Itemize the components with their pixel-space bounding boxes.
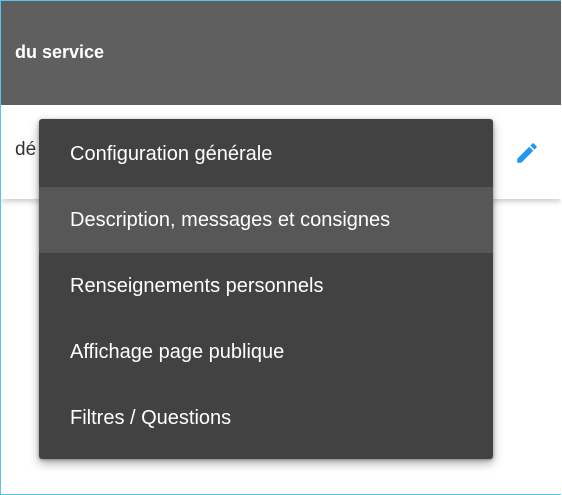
settings-row-label: dé xyxy=(15,139,37,160)
menu-item-label: Renseignements personnels xyxy=(70,274,324,297)
menu-item-description-messages-consignes[interactable]: Description, messages et consignes xyxy=(39,187,493,253)
page-header: du service xyxy=(1,1,561,105)
menu-item-configuration-generale[interactable]: Configuration générale xyxy=(39,121,493,187)
menu-item-renseignements-personnels[interactable]: Renseignements personnels xyxy=(39,253,493,319)
dropdown-menu: Configuration générale Description, mess… xyxy=(39,119,493,459)
page-title: du service xyxy=(15,42,105,62)
menu-item-label: Description, messages et consignes xyxy=(70,208,391,231)
menu-item-filtres-questions[interactable]: Filtres / Questions xyxy=(39,385,493,451)
menu-item-label: Configuration générale xyxy=(70,142,273,165)
app-frame: du service dé Configuration générale Des… xyxy=(0,0,561,495)
menu-item-label: Filtres / Questions xyxy=(70,406,232,429)
edit-button[interactable] xyxy=(507,133,547,173)
pencil-icon xyxy=(517,143,537,163)
menu-item-affichage-page-publique[interactable]: Affichage page publique xyxy=(39,319,493,385)
menu-item-label: Affichage page publique xyxy=(70,340,285,363)
